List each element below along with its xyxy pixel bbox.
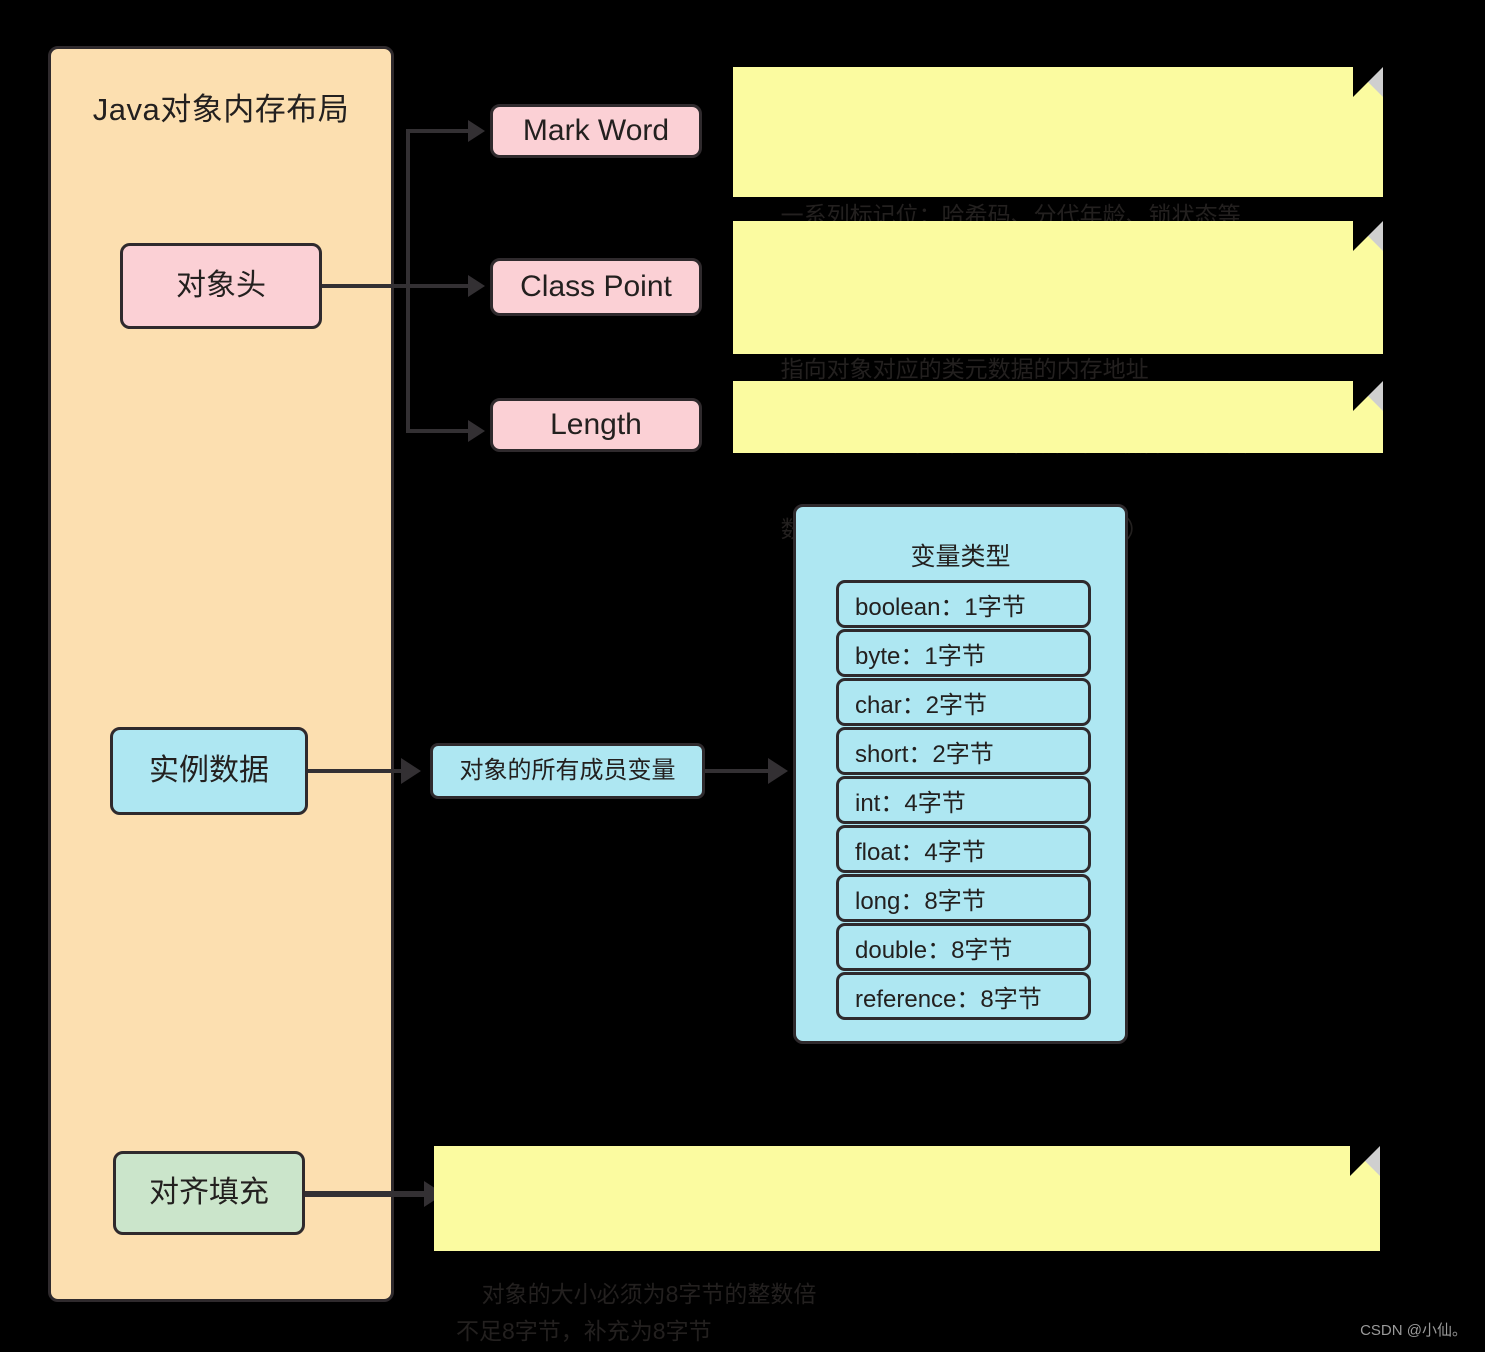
class-point-arrowhead	[468, 275, 485, 297]
class-point-box[interactable]: Class Point	[490, 258, 702, 316]
object-header-box[interactable]: 对象头	[120, 243, 322, 329]
object-header-connector-stem	[322, 284, 410, 288]
variable-types-panel: 变量类型 boolean：1字节 byte：1字节 char：2字节 short…	[793, 504, 1128, 1044]
padding-connector	[305, 1191, 429, 1197]
length-arrowhead	[468, 420, 485, 442]
mark-word-arrowhead	[468, 120, 485, 142]
mark-word-box[interactable]: Mark Word	[490, 104, 702, 158]
variable-types-list: boolean：1字节 byte：1字节 char：2字节 short：2字节 …	[836, 580, 1091, 1021]
member-variables-arrowhead	[768, 758, 788, 784]
class-point-connector	[406, 284, 470, 288]
page-title: Java对象内存布局	[92, 92, 350, 127]
instance-data-connector	[308, 769, 403, 773]
diagram-canvas: Java对象内存布局 对象头 Mark Word 一系列标记位：哈希码、分代年龄…	[0, 0, 1485, 1352]
padding-note-text: 对象的大小必须为8字节的整数倍 不足8字节，补充为8字节	[456, 1280, 817, 1344]
watermark: CSDN @小仙。	[1360, 1322, 1467, 1339]
java-object-memory-layout-container	[48, 46, 394, 1302]
instance-member-variables-box[interactable]: 对象的所有成员变量	[430, 743, 705, 799]
list-item[interactable]: short：2字节	[836, 727, 1091, 775]
list-item[interactable]: byte：1字节	[836, 629, 1091, 677]
list-item[interactable]: char：2字节	[836, 678, 1091, 726]
padding-note: 对象的大小必须为8字节的整数倍 不足8字节，补充为8字节	[434, 1146, 1380, 1344]
list-item[interactable]: boolean：1字节	[836, 580, 1091, 628]
object-header-branch-spine	[406, 129, 410, 433]
class-point-note: 指向对象对应的类元数据的内存地址 32位系统：4字节 64位系统：8字节（默认开…	[733, 221, 1383, 456]
list-item[interactable]: int：4字节	[836, 776, 1091, 824]
variable-types-title: 变量类型	[910, 543, 1011, 571]
length-connector	[406, 429, 470, 433]
instance-data-box[interactable]: 实例数据	[110, 727, 308, 815]
padding-box[interactable]: 对齐填充	[113, 1151, 305, 1235]
length-box[interactable]: Length	[490, 398, 702, 452]
member-variables-connector	[705, 769, 770, 773]
mark-word-note: 一系列标记位：哈希码、分代年龄、锁状态等 32位系统：4字节 64位系统：8字节	[733, 67, 1383, 302]
list-item[interactable]: reference：8字节	[836, 972, 1091, 1020]
list-item[interactable]: long：8字节	[836, 874, 1091, 922]
instance-data-arrowhead	[401, 758, 421, 784]
list-item[interactable]: float：4字节	[836, 825, 1091, 873]
length-note: 数组长度（只有对象为数组时才有）	[733, 381, 1383, 542]
list-item[interactable]: double：8字节	[836, 923, 1091, 971]
mark-word-connector	[406, 129, 470, 133]
